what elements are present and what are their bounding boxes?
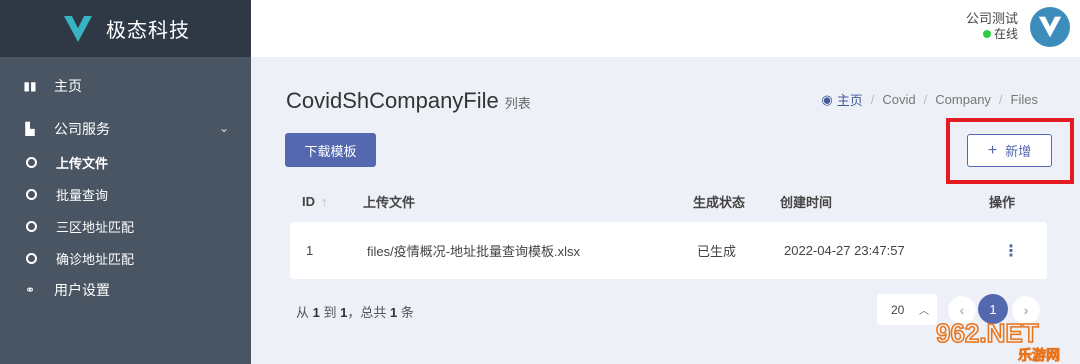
sidebar-item-label: 主页 [54,78,82,94]
submenu: 上传文件 批量查询 三区地址匹配 确诊地址匹配 [0,151,251,269]
sidebar-item-company-services[interactable]: ▙ 公司服务 ⌄ [0,118,251,140]
table-header: ID ↑ 上传文件 生成状态 创建时间 操作 [286,181,1050,221]
pagination-total: 1 [390,305,398,320]
plus-icon: + [987,141,998,159]
download-template-button[interactable]: 下载模板 [285,133,376,167]
watermark-text: 962.NET [936,318,1039,348]
column-header-ops: 操作 [989,194,1016,210]
cell-file: files/疫情概况-地址批量查询模板.xlsx [367,244,581,259]
more-actions-icon[interactable]: ⋮ [1003,241,1019,261]
dashboard-icon: ◉ [821,91,833,107]
breadcrumb: ◉ 主页 / Covid / Company / Files [821,90,1038,109]
sidebar-item-user-settings[interactable]: ⚭ 用户设置 [0,279,251,301]
bar-chart-icon: ▮▮ [23,79,37,93]
per-page-value: 20 [891,302,905,317]
user-menu[interactable]: 公司测试 在线 [966,11,1018,42]
user-name: 公司测试 [965,11,1018,26]
sidebar-item-label: 批量查询 [56,187,109,203]
sidebar-item-home[interactable]: ▮▮ 主页 [0,75,251,97]
breadcrumb-home[interactable]: ◉ 主页 [821,90,862,109]
pagination-text: 从 [296,305,310,320]
page-title: CovidShCompanyFile 列表 [286,88,531,114]
table-row[interactable]: 1 files/疫情概况-地址批量查询模板.xlsx 已生成 2022-04-2… [290,222,1047,279]
user-status: 在线 [966,27,1018,42]
circle-icon [26,188,37,200]
circle-icon [26,220,37,232]
page-subtitle: 列表 [504,96,531,111]
sidebar: 极态科技 ▮▮ 主页 ▙ 公司服务 ⌄ 上传文件 批量查询 三区地址匹配 确诊地… [0,0,251,364]
user-status-text: 在线 [993,27,1018,41]
sidebar-item-three-zone-match[interactable]: 三区地址匹配 [0,215,251,237]
top-bar: 公司测试 在线 [251,0,1080,57]
breadcrumb-item: Files [1010,92,1038,107]
online-dot-icon [982,30,991,38]
sidebar-item-label: 用户设置 [54,282,110,298]
add-new-label: 新增 [1005,144,1032,159]
cell-status: 已生成 [697,244,737,259]
pagination-text: 到 [323,305,337,320]
sidebar-menu: ▮▮ 主页 ▙ 公司服务 ⌄ 上传文件 批量查询 三区地址匹配 确诊地址匹配 ⚭… [0,57,251,301]
chevron-up-icon: ︿ [919,306,929,317]
brand[interactable]: 极态科技 [0,0,251,57]
breadcrumb-item[interactable]: Company [935,92,991,107]
add-new-button[interactable]: + 新增 [967,134,1052,167]
per-page-select[interactable]: 20 ︿ [877,294,937,325]
breadcrumb-separator: / [870,92,875,107]
page-title-text: CovidShCompanyFile [286,88,499,113]
building-icon: ▙ [25,122,35,136]
pagination-text: 条 [400,305,414,320]
watermark-logo: 962.NET 乐游网 [935,317,1060,362]
column-header-time: 创建时间 [780,194,833,210]
pagination-text: ，总共 [347,305,387,320]
breadcrumb-home-label: 主页 [836,93,863,108]
column-header-id[interactable]: ID ↑ [302,194,328,209]
sidebar-item-label: 确诊地址匹配 [56,251,135,267]
pagination-info: 从 1 到 1，总共 1 条 [296,302,414,321]
breadcrumb-separator: / [923,92,928,107]
breadcrumb-item[interactable]: Covid [882,92,915,107]
watermark-subtext: 乐游网 [1018,347,1060,362]
chevron-down-icon: ⌄ [218,121,229,135]
column-header-file: 上传文件 [363,194,416,210]
circle-icon [26,252,37,264]
brand-name: 极态科技 [106,20,190,42]
column-header-label: ID [302,193,315,209]
sort-arrow-icon[interactable]: ↑ [321,194,328,209]
avatar-logo-icon [1038,16,1062,38]
circle-icon [26,156,37,168]
sidebar-item-label: 三区地址匹配 [56,219,135,235]
cell-id: 1 [306,243,314,258]
pagination-from: 1 [312,305,320,320]
sidebar-item-upload-file[interactable]: 上传文件 [0,151,251,173]
brand-logo-icon [64,15,92,42]
column-header-status: 生成状态 [693,194,746,210]
sidebar-item-label: 公司服务 [54,121,110,137]
sidebar-item-batch-query[interactable]: 批量查询 [0,183,251,205]
breadcrumb-separator: / [998,92,1003,107]
avatar[interactable] [1030,7,1070,47]
sidebar-item-label: 上传文件 [56,155,109,171]
sidebar-item-confirmed-address-match[interactable]: 确诊地址匹配 [0,247,251,269]
cell-time: 2022-04-27 23:47:57 [784,243,905,258]
link-icon: ⚭ [24,283,36,297]
